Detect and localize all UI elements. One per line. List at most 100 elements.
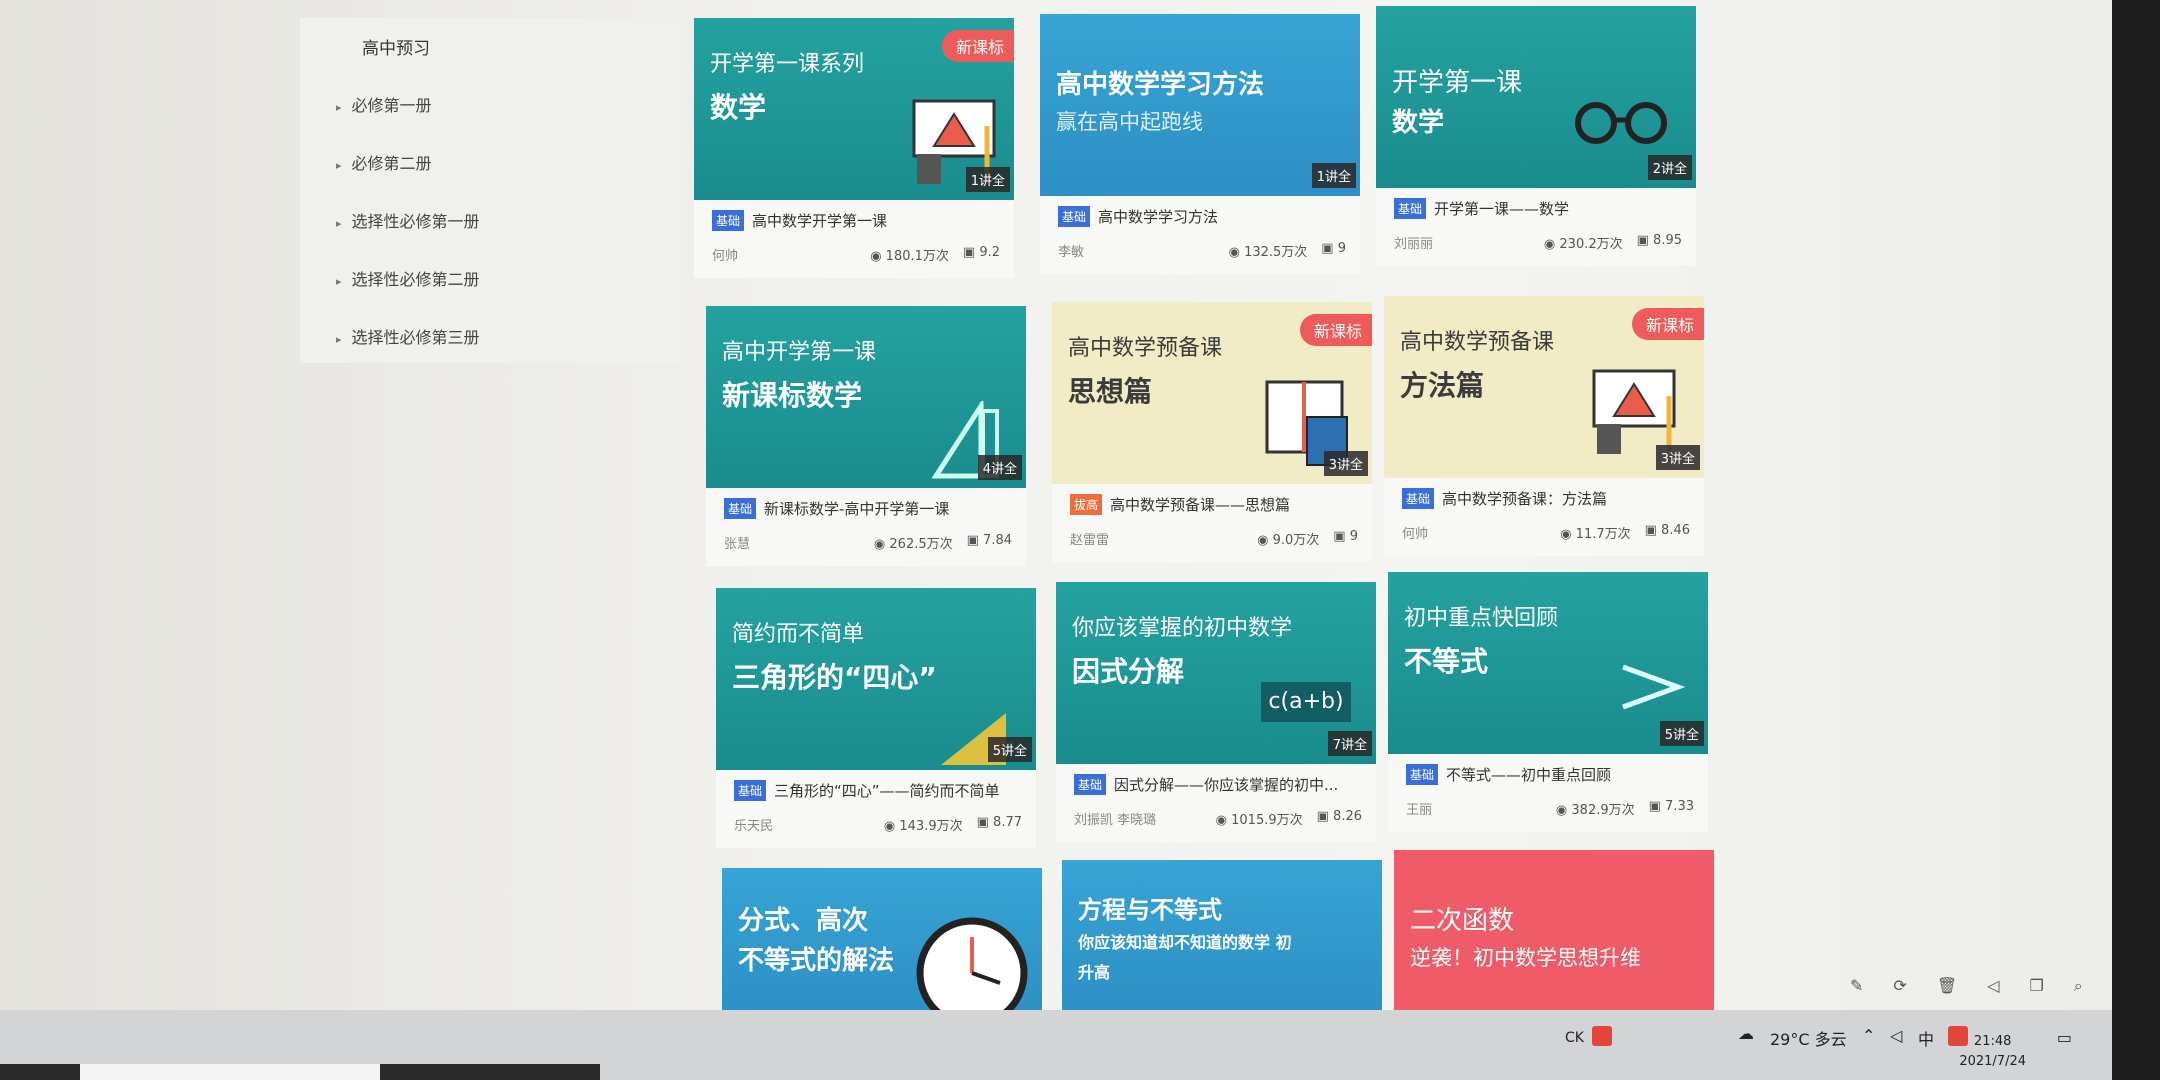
course-thumbnail[interactable]: 二次函数 逆袭！初中数学思想升维 <box>1394 850 1714 1010</box>
trash-icon[interactable]: 🗑 <box>1937 976 1957 996</box>
course-thumbnail[interactable]: 开学第一课 数学 2讲全 <box>1376 6 1696 188</box>
notification-icon[interactable]: ▭ <box>2057 1028 2072 1047</box>
rating-icon: ▣ <box>1316 809 1334 824</box>
sidebar-item-3[interactable]: ▸ 选择性必修第一册 <box>336 208 480 232</box>
sidebar-item-2[interactable]: ▸ 必修第二册 <box>336 150 432 174</box>
score-value: 9 <box>1349 529 1358 544</box>
thumb-subtitle: 赢在高中起跑线 <box>1056 110 1203 134</box>
taskbar-apps <box>0 1064 600 1080</box>
thumb-subtitle: 高中数学预备课 <box>1400 330 1555 355</box>
thumb-subtitle: 初中重点快回顾 <box>1404 606 1559 631</box>
course-title[interactable]: 新课标数学-高中开学第一课 <box>764 498 949 519</box>
sidebar-item-1[interactable]: ▸ 必修第一册 <box>336 92 432 116</box>
sidebar-item-4[interactable]: ▸ 选择性必修第二册 <box>336 266 480 290</box>
lesson-count: 1讲全 <box>965 167 1010 192</box>
score-stat: ▣ 9 <box>1321 241 1346 260</box>
cloud-icon[interactable]: ☁ <box>1738 1024 1754 1043</box>
taskbar-search-box[interactable] <box>80 1064 380 1080</box>
course-card[interactable]: 方程与不等式 你应该知道却不知道的数学 初升高 <box>1062 860 1382 1018</box>
weather-text[interactable]: 29°C 多云 <box>1770 1026 1847 1050</box>
course-title[interactable]: 高中数学预备课——思想篇 <box>1110 494 1290 515</box>
greater-than-symbol-icon <box>1622 664 1686 710</box>
eye-icon: ◉ <box>1257 533 1273 548</box>
thumb-title: 分式、高次 <box>738 906 869 936</box>
course-card[interactable]: 高中开学第一课 新课标数学 4讲全 基础 新课标数学-高中开学第一课 张慧 ◉ 2… <box>706 306 1026 566</box>
ime-language[interactable]: 中 <box>1918 1026 1934 1050</box>
sidebar-item-label: 选择性必修第三册 <box>351 328 480 347</box>
views-count: 132.5万次 <box>1244 245 1308 260</box>
formula-board: c(a+b) <box>1261 682 1351 722</box>
course-card[interactable]: 高中数学预备课 思想篇 新课标 3讲全 拔高 高中数学预备课——思想篇 赵雷雷 ◉… <box>1052 302 1372 562</box>
new-curriculum-tag: 新课标 <box>941 30 1014 62</box>
monitor-bezel <box>2112 0 2160 1080</box>
teacher-name: 赵雷雷 <box>1070 533 1110 548</box>
course-thumbnail[interactable]: 开学第一课系列 数学 新课标 1讲全 <box>694 18 1014 200</box>
course-title[interactable]: 因式分解——你应该掌握的初中... <box>1114 774 1338 795</box>
course-thumbnail[interactable]: 分式、高次 不等式的解法 <box>722 868 1042 1018</box>
course-card[interactable]: 二次函数 逆袭！初中数学思想升维 <box>1394 850 1714 1010</box>
new-curriculum-tag: 新课标 <box>1299 314 1372 346</box>
window-icon[interactable]: ❐ <box>2029 976 2043 996</box>
views-count: 262.5万次 <box>889 537 953 552</box>
thumb-subtitle: 不等式的解法 <box>738 946 895 976</box>
course-title[interactable]: 三角形的“四心”——简约而不简单 <box>774 780 1000 801</box>
sidebar-title[interactable]: 高中预习 <box>362 34 430 59</box>
course-card[interactable]: 高中数学预备课 方法篇 新课标 3讲全 基础 高中数学预备课：方法篇 何帅 ◉ 1… <box>1384 296 1704 556</box>
score-stat: ▣ 8.77 <box>977 815 1022 834</box>
views-stat: ◉ 230.2万次 <box>1544 233 1623 252</box>
course-card[interactable]: 高中数学学习方法 赢在高中起跑线 1讲全 基础 高中数学学习方法 李敏 ◉ 132… <box>1040 14 1360 274</box>
clock[interactable]: 21:48 2021/7/24 <box>1959 1032 2026 1072</box>
level-badge: 基础 <box>712 210 745 231</box>
level-badge: 基础 <box>1402 488 1435 509</box>
course-thumbnail[interactable]: 初中重点快回顾 不等式 5讲全 <box>1388 572 1708 754</box>
pin-icon[interactable]: ✎ <box>1850 976 1863 996</box>
course-card[interactable]: 分式、高次 不等式的解法 <box>722 868 1042 1018</box>
input-indicator[interactable]: CK <box>1565 1030 1584 1046</box>
course-thumbnail[interactable]: 简约而不简单 三角形的“四心” 5讲全 <box>716 588 1036 770</box>
lesson-count: 3讲全 <box>1323 451 1368 476</box>
chevron-up-icon[interactable]: ⌃ <box>1862 1026 1875 1045</box>
course-title[interactable]: 高中数学学习方法 <box>1098 206 1218 227</box>
views-count: 143.9万次 <box>899 819 963 834</box>
course-card[interactable]: 初中重点快回顾 不等式 5讲全 基础 不等式——初中重点回顾 王丽 ◉ 382.9… <box>1388 572 1708 832</box>
teacher-name: 乐天民 <box>734 819 774 834</box>
course-card[interactable]: 开学第一课 数学 2讲全 基础 开学第一课——数学 刘丽丽 ◉ 230.2万次 ▣ … <box>1376 6 1696 266</box>
views-stat: ◉ 132.5万次 <box>1229 241 1308 260</box>
course-title[interactable]: 开学第一课——数学 <box>1434 198 1569 219</box>
course-title[interactable]: 不等式——初中重点回顾 <box>1446 764 1611 785</box>
views-stat: ◉ 143.9万次 <box>884 815 963 834</box>
eye-icon: ◉ <box>1228 245 1245 260</box>
speaker-icon[interactable]: ◁ <box>1987 976 1999 996</box>
thumb-title: 三角形的“四心” <box>732 661 937 694</box>
thumb-subtitle: 你应该掌握的初中数学 <box>1072 616 1293 641</box>
course-card[interactable]: 简约而不简单 三角形的“四心” 5讲全 基础 三角形的“四心”——简约而不简单 乐… <box>716 588 1036 848</box>
sogou-icon[interactable] <box>1592 1026 1612 1046</box>
rating-icon: ▣ <box>966 533 984 548</box>
course-title[interactable]: 高中数学预备课：方法篇 <box>1442 488 1607 509</box>
sidebar-item-label: 选择性必修第二册 <box>351 270 480 289</box>
course-thumbnail[interactable]: 方程与不等式 你应该知道却不知道的数学 初升高 <box>1062 860 1382 1018</box>
views-stat: ◉ 382.9万次 <box>1556 799 1635 818</box>
course-thumbnail[interactable]: 你应该掌握的初中数学 因式分解 c(a+b) 7讲全 <box>1056 582 1376 764</box>
refresh-icon[interactable]: ⟳ <box>1893 976 1906 996</box>
course-thumbnail[interactable]: 高中数学预备课 方法篇 新课标 3讲全 <box>1384 296 1704 478</box>
course-title[interactable]: 高中数学开学第一课 <box>752 210 887 231</box>
course-thumbnail[interactable]: 高中数学预备课 思想篇 新课标 3讲全 <box>1052 302 1372 484</box>
course-thumbnail[interactable]: 高中开学第一课 新课标数学 4讲全 <box>706 306 1026 488</box>
rating-icon: ▣ <box>1644 523 1662 538</box>
sidebar-item-5[interactable]: ▸ 选择性必修第三册 <box>336 324 480 348</box>
course-card[interactable]: 你应该掌握的初中数学 因式分解 c(a+b) 7讲全 基础 因式分解——你应该掌握… <box>1056 582 1376 842</box>
rating-icon: ▣ <box>1333 529 1350 544</box>
teacher-name: 刘丽丽 <box>1394 237 1434 252</box>
course-thumbnail[interactable]: 高中数学学习方法 赢在高中起跑线 1讲全 <box>1040 14 1360 196</box>
score-value: 9 <box>1337 241 1346 256</box>
thumb-title: 高中数学学习方法 <box>1056 70 1265 100</box>
level-badge: 基础 <box>1058 206 1091 227</box>
volume-icon[interactable]: ◁ <box>1890 1026 1902 1045</box>
chevron-right-icon: ▸ <box>336 333 342 346</box>
search-icon[interactable]: ⌕ <box>2074 976 2083 996</box>
chevron-right-icon: ▸ <box>336 101 342 114</box>
eye-icon: ◉ <box>873 537 890 552</box>
lesson-count: 4讲全 <box>977 455 1022 480</box>
course-card[interactable]: 开学第一课系列 数学 新课标 1讲全 基础 高中数学开学第一课 何帅 ◉ 180.… <box>694 18 1014 278</box>
